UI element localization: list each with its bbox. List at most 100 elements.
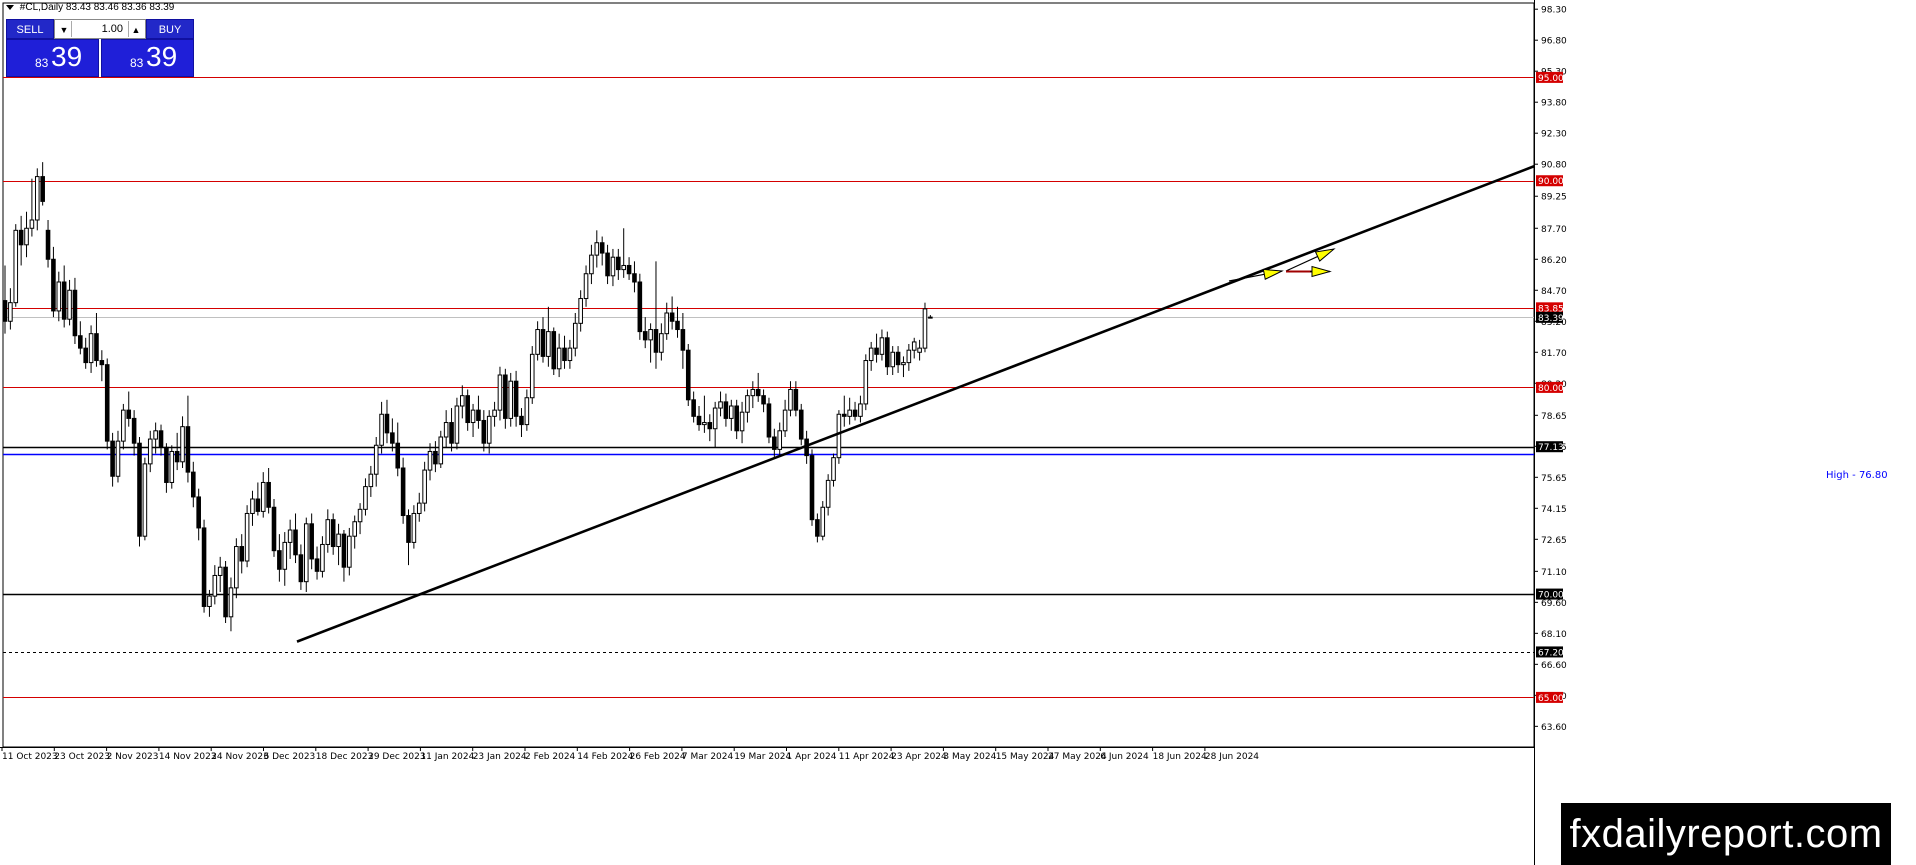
time-tick-label: 24 Nov 2023 <box>211 752 269 762</box>
candle-body <box>922 308 928 349</box>
sell-button[interactable]: SELL <box>6 19 54 39</box>
candle-body <box>879 337 885 355</box>
candle-body <box>766 403 772 438</box>
candle-body <box>540 329 546 357</box>
candle-body <box>201 527 207 607</box>
time-tick-label: 28 Jun 2024 <box>1205 752 1259 762</box>
candle-body <box>239 546 245 562</box>
candle-body <box>702 422 707 426</box>
time-tick-label: 23 Oct 2023 <box>54 752 110 762</box>
candle-body <box>820 506 826 537</box>
sell-price-pips: 39 <box>51 41 83 72</box>
time-tick-label: 6 Jun 2024 <box>1100 752 1149 762</box>
candle-body <box>755 388 761 397</box>
candle-body <box>642 331 648 341</box>
candle-body <box>158 430 164 448</box>
candle-body <box>34 176 40 221</box>
candle-body <box>739 411 745 432</box>
candle-body <box>669 312 675 322</box>
candle-body <box>460 395 465 407</box>
candle-body <box>772 436 777 450</box>
candle-body <box>572 322 578 349</box>
price-chart[interactable]: 98.3096.8095.3093.8092.3090.8089.2587.70… <box>0 0 1916 865</box>
candle-body <box>696 415 702 426</box>
candle-body <box>707 422 713 430</box>
candle-body <box>2 300 8 322</box>
candle-body <box>131 417 137 444</box>
candle-body <box>858 403 863 417</box>
chevron-down-icon <box>6 4 14 10</box>
buy-price-pips: 39 <box>146 41 178 72</box>
candle-body <box>298 554 304 583</box>
level-tag: 67.20 <box>1536 646 1564 658</box>
candle <box>766 397 772 444</box>
candle-body <box>8 302 13 322</box>
level-tag-label: 77.13 <box>1538 443 1564 453</box>
candle-body <box>185 426 191 473</box>
candle-body <box>255 498 261 512</box>
candle-body <box>411 512 417 543</box>
candle-body <box>470 409 476 424</box>
candle <box>809 449 815 526</box>
candle-body <box>352 521 357 537</box>
time-tick-label: 1 Apr 2024 <box>787 752 837 762</box>
buy-button[interactable]: BUY <box>146 19 194 39</box>
candle-body <box>293 529 298 556</box>
candle-body <box>266 481 271 508</box>
candle <box>13 224 19 307</box>
candle-body <box>718 401 723 409</box>
time-tick-label: 15 May 2024 <box>996 752 1055 762</box>
candle-body <box>503 374 508 419</box>
candle-body <box>72 289 78 337</box>
candle-body <box>400 467 406 517</box>
candle <box>303 517 309 592</box>
candle-body <box>373 444 379 475</box>
candle-body <box>863 360 869 405</box>
candle <box>137 437 142 547</box>
time-tick-label: 14 Feb 2024 <box>577 752 633 762</box>
candle-body <box>626 264 632 275</box>
candle-body <box>664 312 670 335</box>
candle-body <box>223 566 228 618</box>
level-tag: 95.00 <box>1536 71 1564 84</box>
candle-body <box>363 486 368 510</box>
candle <box>104 358 110 450</box>
candle-body <box>809 455 815 521</box>
symbol-header: #CL,Daily 83.43 83.46 83.36 83.39 <box>6 2 174 13</box>
candle <box>142 457 148 541</box>
candle-body <box>782 409 788 432</box>
ohlc-values: 83.43 83.46 83.36 83.39 <box>65 2 175 13</box>
candle-body <box>675 320 680 331</box>
watermark-logo: fxdailyreport.com <box>1561 803 1891 865</box>
candle-body <box>347 535 352 568</box>
candle-body <box>61 281 67 320</box>
price-tick-label: 74.15 <box>1541 505 1567 515</box>
lot-increase-button[interactable]: ▲ <box>128 21 143 37</box>
time-tick-label: 11 Jan 2024 <box>420 752 474 762</box>
candle-body <box>180 426 185 463</box>
candle <box>271 499 277 557</box>
candle-body <box>868 347 874 362</box>
candle-body <box>368 473 374 488</box>
candle-body <box>217 566 223 576</box>
time-tick-label: 23 Apr 2024 <box>891 752 947 762</box>
candle-body <box>395 442 401 469</box>
candle-body <box>890 351 896 368</box>
buy-price-button[interactable]: 83 39 <box>101 39 194 77</box>
one-click-trading-panel: SELL ▼ ▲ BUY 83 39 83 39 <box>6 19 194 77</box>
candle-body <box>121 409 126 442</box>
lot-size-input[interactable] <box>73 20 127 38</box>
candle-body <box>287 529 293 543</box>
candle-body <box>303 523 309 583</box>
high-label: High - 76.80 <box>1826 470 1888 481</box>
candle-body <box>271 506 277 552</box>
sell-price-button[interactable]: 83 39 <box>6 39 99 77</box>
candle-body <box>513 380 519 417</box>
candle-body <box>583 273 589 300</box>
level-tag-label: 65.00 <box>1538 694 1564 704</box>
candle-body <box>427 450 433 471</box>
lot-decrease-button[interactable]: ▼ <box>57 21 72 37</box>
time-tick-label: 29 Dec 2023 <box>368 752 426 762</box>
candle-body <box>476 409 481 421</box>
candle-body <box>653 329 659 353</box>
